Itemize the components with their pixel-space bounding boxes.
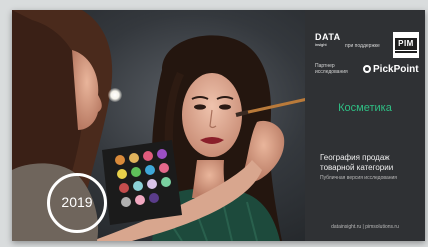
makeup-artist-photo: 2019 [12, 10, 305, 241]
pickpoint-ring-icon [363, 65, 371, 73]
report-subtitle: Публичная версия исследования [320, 175, 398, 181]
year-label: 2019 [61, 194, 93, 210]
studio-light [108, 88, 122, 102]
pim-logo: PIM [393, 32, 419, 58]
datainsight-logo: DATA insight [315, 32, 341, 48]
partner-label: Партнер исследования [315, 63, 348, 75]
slide-backdrop: 2019 DATA insight при поддержке PIM Парт… [0, 0, 428, 247]
datainsight-logo-primary: DATA [315, 32, 341, 42]
report-title: География продаж товарной категории [320, 153, 394, 172]
category-title: Косметика [338, 102, 392, 114]
pickpoint-logo: PickPoint [363, 64, 419, 75]
info-panel: DATA insight при поддержке PIM Партнер и… [305, 10, 425, 241]
pim-logo-text: PIM [395, 38, 417, 50]
cover-slide: 2019 DATA insight при поддержке PIM Парт… [12, 10, 425, 241]
pim-logo-bar [395, 51, 417, 53]
datainsight-logo-secondary: insight [315, 42, 327, 47]
support-text: при поддержке [345, 43, 380, 49]
site-links: datainsight.ru | pimsolutions.ru [331, 224, 399, 230]
pickpoint-logo-text: PickPoint [373, 64, 419, 75]
